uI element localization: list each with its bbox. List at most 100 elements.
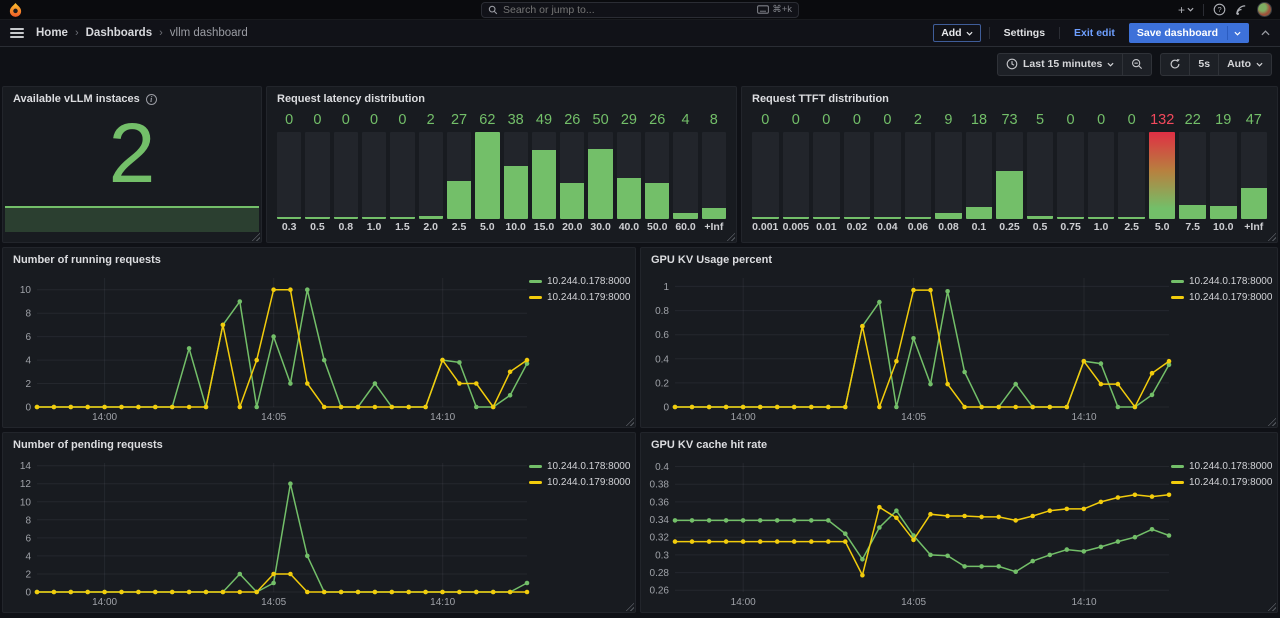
bar-fill [1179,205,1206,220]
y-tick-label: 0.8 [655,306,669,317]
bar-column[interactable]: 47+Inf [1241,111,1268,234]
menu-icon[interactable] [10,28,24,38]
add-new-button[interactable]: + [1178,3,1194,17]
bar-column[interactable]: 22.0 [419,111,443,234]
zoom-out-button[interactable] [1122,54,1151,75]
series-line [37,290,527,407]
grafana-logo[interactable] [8,2,23,17]
bar-column[interactable]: 00.5 [305,111,329,234]
bar-column[interactable]: 3810.0 [504,111,528,234]
data-point [843,539,848,544]
bar-fill [996,171,1023,219]
panel-resize-handle[interactable] [251,232,260,241]
add-panel-button[interactable]: Add [933,24,980,42]
bar-value-label: 73 [996,111,1023,129]
data-point [792,405,797,410]
time-range-picker[interactable]: Last 15 minutes [998,54,1122,75]
news-button[interactable] [1235,4,1248,16]
collapse-toolbar-button[interactable] [1261,30,1270,36]
bar-column[interactable]: 01.0 [1088,111,1115,234]
bar-column[interactable]: 1910.0 [1210,111,1237,234]
bar-column[interactable]: 20.06 [905,111,932,234]
refresh-interval[interactable]: 5s [1189,54,1218,75]
bar-column[interactable]: 4915.0 [532,111,556,234]
bar-value-label: 18 [966,111,993,129]
breadcrumb-current[interactable]: vllm dashboard [170,27,248,39]
search-input[interactable] [503,4,752,16]
bar-column[interactable]: 2650.0 [645,111,669,234]
x-tick-label: 14:10 [1071,597,1096,608]
bar-column[interactable]: 90.08 [935,111,962,234]
breadcrumb-home[interactable]: Home [36,27,68,39]
bar-column[interactable]: 460.0 [673,111,697,234]
exit-edit-button[interactable]: Exit edit [1068,25,1121,41]
info-icon[interactable]: i [146,94,157,105]
bar-column[interactable]: 00.8 [334,111,358,234]
data-point [1150,371,1155,376]
legend-item[interactable]: 10.244.0.179:8000 [529,477,629,488]
bar-track [1241,132,1268,219]
data-point [945,382,950,387]
bar-column[interactable]: 00.005 [783,111,810,234]
bar-column[interactable]: 227.5 [1179,111,1206,234]
bar-column[interactable]: 00.75 [1057,111,1084,234]
bar-fill [1057,217,1084,219]
legend-series-color [529,280,542,283]
panel-title[interactable]: Request TTFT distribution [742,87,1277,111]
bar-column[interactable]: 00.02 [844,111,871,234]
y-tick-label: 8 [25,515,31,526]
bar-column[interactable]: 180.1 [966,111,993,234]
breadcrumb: Home › Dashboards › vllm dashboard [36,27,248,39]
bar-column[interactable]: 2620.0 [560,111,584,234]
bar-column[interactable]: 730.25 [996,111,1023,234]
legend-item[interactable]: 10.244.0.178:8000 [1171,461,1271,472]
legend-item[interactable]: 10.244.0.178:8000 [1171,276,1271,287]
bar-category-label: 0.75 [1057,219,1084,234]
bar-column[interactable]: 50.5 [1027,111,1054,234]
bar-column[interactable]: 01.0 [362,111,386,234]
bar-column[interactable]: 00.04 [874,111,901,234]
user-avatar[interactable] [1257,2,1272,17]
bar-column[interactable]: 1325.0 [1149,111,1176,234]
auto-refresh-picker[interactable]: Auto [1218,54,1271,75]
bar-fill [752,217,779,219]
legend-item[interactable]: 10.244.0.179:8000 [1171,477,1271,488]
legend-item[interactable]: 10.244.0.178:8000 [529,276,629,287]
settings-button[interactable]: Settings [998,25,1051,41]
x-tick-label: 14:10 [430,597,455,608]
help-button[interactable]: ? [1213,3,1226,16]
panel-resize-handle[interactable] [1267,232,1276,241]
data-point [945,514,950,519]
breadcrumb-dashboards[interactable]: Dashboards [86,27,152,39]
data-point [928,382,933,387]
save-dashboard-button[interactable]: Save dashboard [1129,23,1249,43]
bar-fill [475,132,499,219]
bar-column[interactable]: 00.001 [752,111,779,234]
legend-item[interactable]: 10.244.0.179:8000 [529,292,629,303]
bar-track [277,132,301,219]
bar-column[interactable]: 5030.0 [588,111,612,234]
bar-column[interactable]: 00.01 [813,111,840,234]
data-point [826,518,831,523]
panel-resize-handle[interactable] [726,232,735,241]
legend-series-name: 10.244.0.178:8000 [547,461,630,472]
bar-column[interactable]: 00.3 [277,111,301,234]
bar-column[interactable]: 625.0 [475,111,499,234]
bar-fill [362,217,386,219]
bar-column[interactable]: 01.5 [390,111,414,234]
refresh-button[interactable] [1161,54,1189,75]
bar-fill [1027,216,1054,219]
legend-item[interactable]: 10.244.0.178:8000 [529,461,629,472]
data-point [1167,493,1172,498]
bar-column[interactable]: 8+Inf [702,111,726,234]
data-point [758,405,763,410]
data-point [1116,382,1121,387]
bar-column[interactable]: 02.5 [1118,111,1145,234]
search-bar[interactable]: ⌘+k [481,2,799,18]
bar-column[interactable]: 272.5 [447,111,471,234]
bar-value-label: 9 [935,111,962,129]
bar-column[interactable]: 2940.0 [617,111,641,234]
panel-title[interactable]: Request latency distribution [267,87,736,111]
bar-category-label: 30.0 [588,219,612,234]
legend-item[interactable]: 10.244.0.179:8000 [1171,292,1271,303]
